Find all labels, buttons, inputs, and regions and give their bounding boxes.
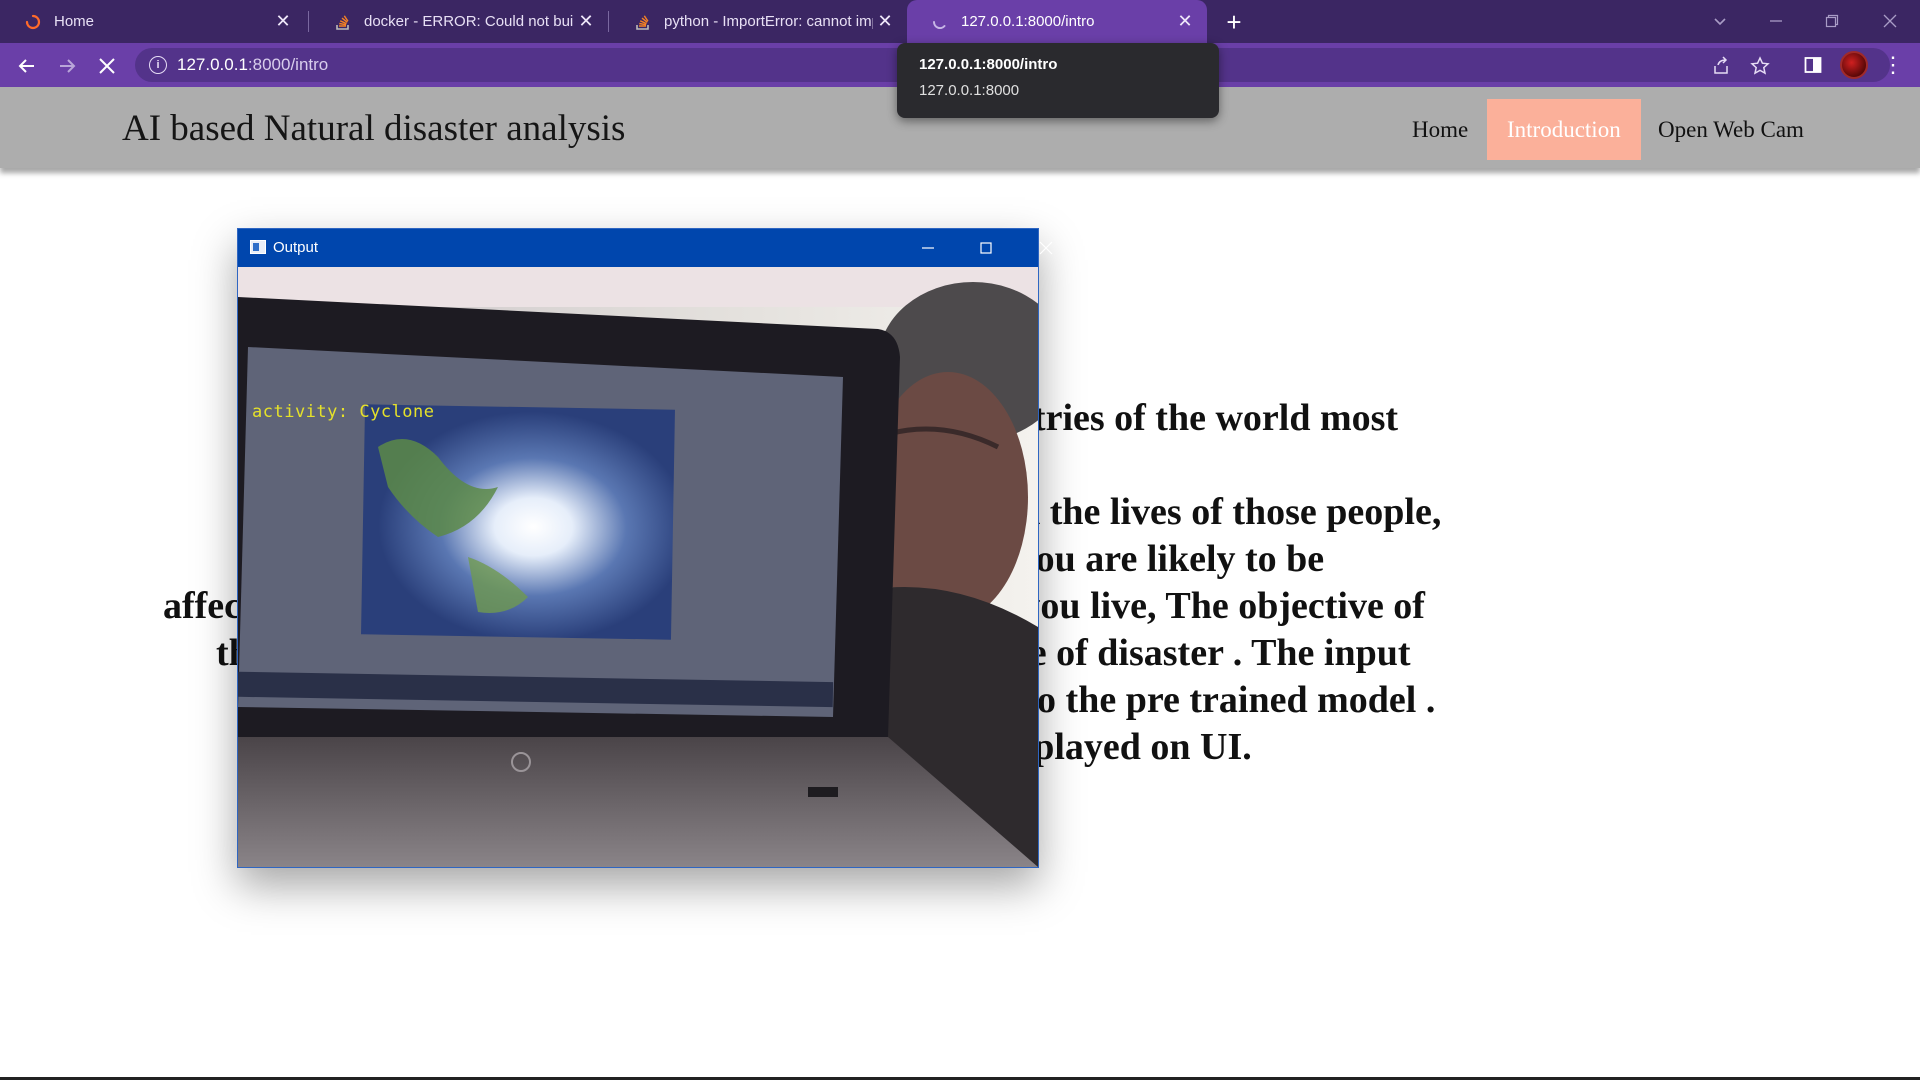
nav-home[interactable]: Home — [1392, 99, 1488, 160]
close-icon[interactable]: ✕ — [873, 10, 897, 34]
tab-title: python - ImportError: cannot imp — [664, 13, 873, 30]
close-icon[interactable]: ✕ — [574, 10, 598, 34]
menu-kebab-icon[interactable]: ⋮ — [1880, 51, 1906, 79]
site-title: AI based Natural disaster analysis — [122, 108, 626, 149]
webcam-image — [238, 267, 1038, 867]
tab-separator — [608, 11, 609, 32]
url-path: :8000/intro — [247, 55, 329, 74]
minimize-icon[interactable] — [906, 233, 950, 263]
stop-loading-icon[interactable] — [92, 51, 122, 81]
output-window-title: Output — [273, 239, 319, 256]
close-icon[interactable] — [1024, 233, 1068, 263]
tooltip-title: 127.0.0.1:8000/intro — [919, 56, 1058, 73]
close-window-icon[interactable] — [1872, 6, 1908, 36]
tab-strip: Home ✕ docker - ERROR: Could not build ✕… — [0, 0, 1920, 43]
nav-introduction[interactable]: Introduction — [1487, 99, 1641, 160]
minimize-icon[interactable] — [1758, 6, 1794, 36]
loading-spinner-icon — [931, 13, 949, 31]
url-text[interactable]: 127.0.0.1:8000/intro — [177, 55, 328, 75]
close-icon[interactable]: ✕ — [271, 10, 295, 34]
tab-search-icon[interactable] — [1702, 6, 1738, 36]
stackoverflow-icon — [634, 13, 652, 31]
new-tab-button[interactable]: + — [1220, 7, 1248, 37]
webcam-frame: activity: Cyclone — [238, 267, 1038, 867]
forward-arrow-icon[interactable] — [52, 51, 82, 81]
tab-python[interactable]: python - ImportError: cannot imp ✕ — [610, 0, 907, 43]
output-titlebar[interactable]: Output — [238, 229, 1053, 267]
profile-avatar[interactable] — [1840, 51, 1868, 79]
nav-open-web-cam[interactable]: Open Web Cam — [1638, 99, 1824, 160]
restore-icon[interactable] — [1814, 6, 1850, 36]
close-icon[interactable]: ✕ — [1173, 10, 1197, 34]
tooltip-url: 127.0.0.1:8000 — [919, 82, 1020, 99]
tab-intro[interactable]: 127.0.0.1:8000/intro ✕ — [907, 0, 1207, 43]
side-panel-icon[interactable] — [1800, 52, 1826, 78]
tab-title: 127.0.0.1:8000/intro — [961, 13, 1095, 30]
url-host: 127.0.0.1 — [177, 55, 248, 74]
share-icon[interactable] — [1708, 53, 1734, 79]
output-window[interactable]: Output activity: Cyclone — [237, 228, 1053, 868]
tab-docker[interactable]: docker - ERROR: Could not build ✕ — [310, 0, 608, 43]
tab-title: Home — [54, 13, 95, 30]
loading-ring-icon — [24, 13, 42, 31]
tab-title: docker - ERROR: Could not build — [364, 13, 574, 30]
back-arrow-icon[interactable] — [12, 51, 42, 81]
tab-home[interactable]: Home ✕ — [0, 0, 305, 43]
maximize-icon[interactable] — [964, 233, 1008, 263]
activity-label: activity: Cyclone — [252, 402, 435, 422]
tab-separator — [308, 11, 309, 32]
info-icon[interactable]: i — [149, 56, 167, 74]
app-window-icon — [250, 240, 266, 254]
stackoverflow-icon — [334, 13, 352, 31]
tab-hover-card: 127.0.0.1:8000/intro 127.0.0.1:8000 — [897, 43, 1219, 118]
bookmark-star-icon[interactable] — [1747, 53, 1773, 79]
